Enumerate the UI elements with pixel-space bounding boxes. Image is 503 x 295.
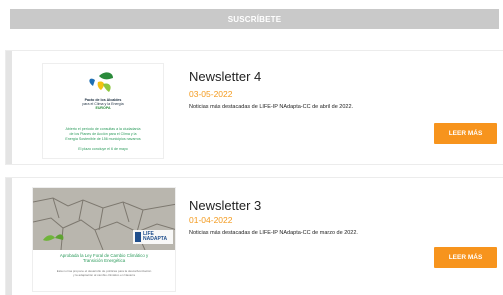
logo-line3: EUROPA <box>95 106 111 110</box>
newsletter-description: Noticias más destacadas de LIFE-IP NAdap… <box>189 230 358 236</box>
thumb-caption-1: Abierto el período de consultas a la ciu… <box>65 127 141 131</box>
newsletter-date: 01-04-2022 <box>189 215 233 225</box>
thumb-caption-2: de los Planes de Acción para el Clima y … <box>69 132 137 136</box>
newsletter-date: 03-05-2022 <box>189 89 233 99</box>
thumb-footnote: El plazo concluye el 6 de mayo <box>78 147 128 151</box>
read-more-button[interactable]: LEER MÁS <box>434 247 497 268</box>
thumb-small-2: y la adaptación al cambio climático en N… <box>72 273 136 277</box>
leaf-logo-icon <box>89 72 113 92</box>
life-badge: LIFE NADAPTA <box>143 232 167 242</box>
newsletter-thumbnail[interactable]: LIFE NADAPTA Aprobada la Ley Foral de Ca… <box>32 187 176 292</box>
newsletter-title[interactable]: Newsletter 3 <box>189 198 261 213</box>
newsletter-title[interactable]: Newsletter 4 <box>189 69 261 84</box>
thumb-caption-3: Energía Sostenible de 156 municipios nav… <box>65 137 141 141</box>
newsletter-card: Pacto de los Alcaldes para el Clima y la… <box>6 51 503 164</box>
badge-line2: NADAPTA <box>143 236 168 242</box>
read-more-button[interactable]: LEER MÁS <box>434 123 497 144</box>
thumb-caption-2: Transición Energética <box>82 258 126 263</box>
newsletter-description: Noticias más destacadas de LIFE-IP NAdap… <box>189 104 354 110</box>
subscribe-button[interactable]: SUSCRÍBETE <box>10 9 499 29</box>
newsletter-card: LIFE NADAPTA Aprobada la Ley Foral de Ca… <box>6 178 503 295</box>
newsletter-thumbnail[interactable]: Pacto de los Alcaldes para el Clima y la… <box>42 63 164 159</box>
